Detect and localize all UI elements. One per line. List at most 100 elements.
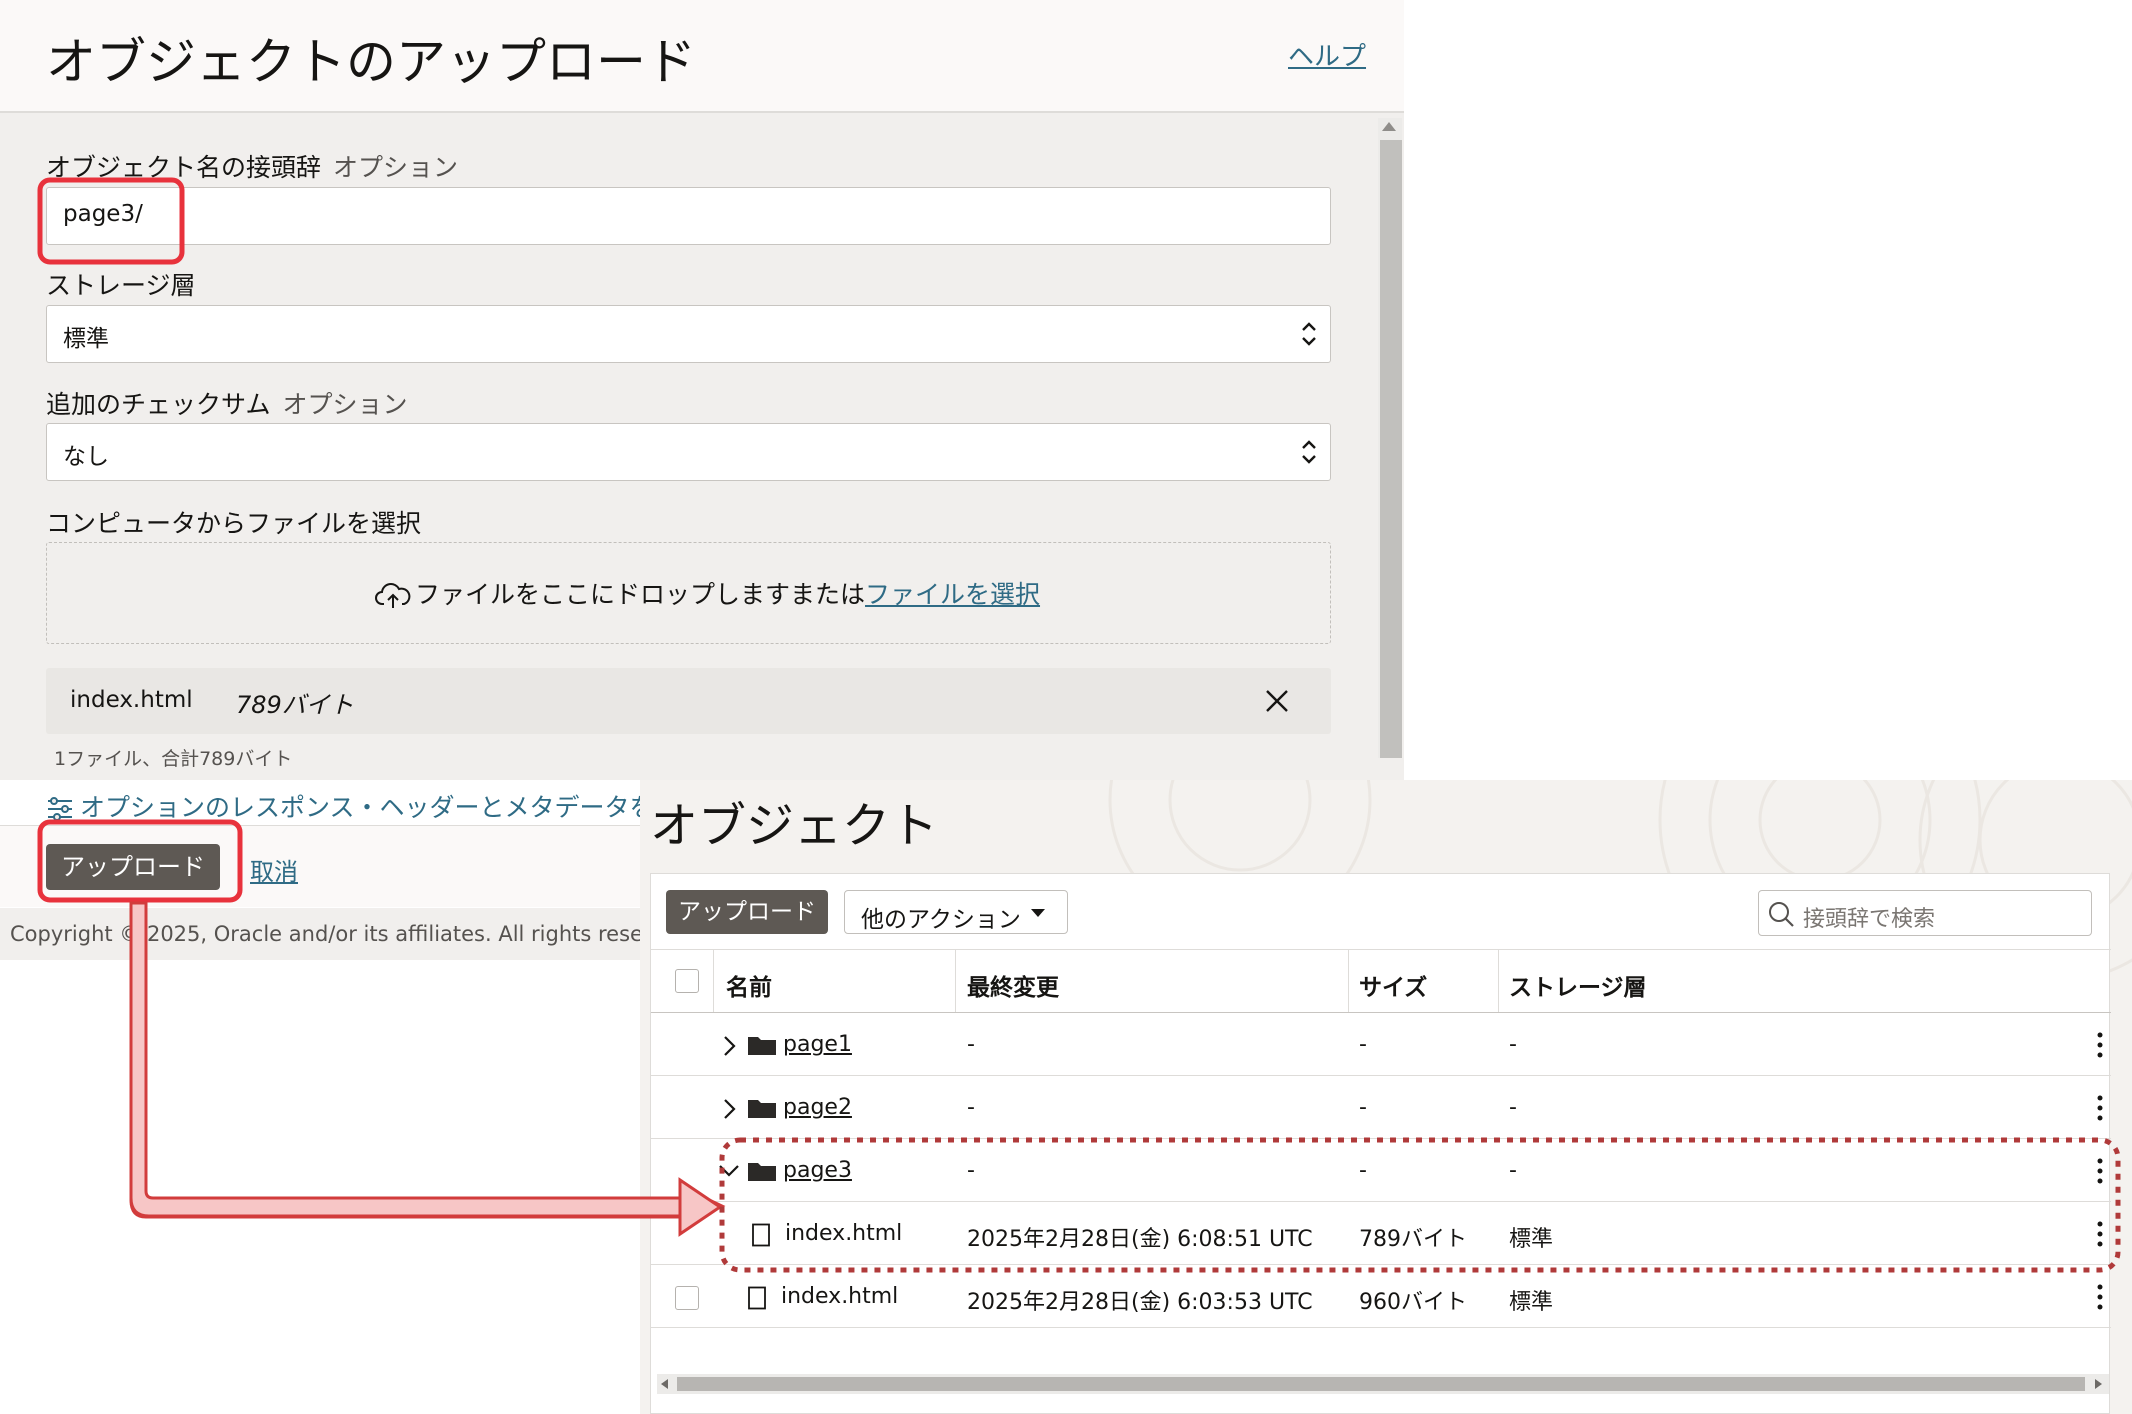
selected-file-name: index.html bbox=[70, 687, 193, 713]
upload-submit-button[interactable]: アップロード bbox=[46, 844, 220, 890]
object-storage-tier: - bbox=[1509, 1158, 1517, 1183]
object-storage-tier: 標準 bbox=[1509, 1227, 1554, 1252]
file-picker-label: コンピュータからファイルを選択 bbox=[46, 509, 422, 538]
column-divider bbox=[1498, 950, 1499, 1012]
cancel-link[interactable]: 取消 bbox=[250, 852, 298, 887]
chevron-right-icon[interactable] bbox=[721, 1034, 737, 1058]
copyright-text: Copyright © 2025, Oracle and/or its affi… bbox=[10, 922, 697, 946]
select-stepper-icon bbox=[1302, 322, 1316, 346]
upload-object-panel: オブジェクトのアップロード ヘルプ オブジェクト名の接頭辞 オプション page3… bbox=[0, 0, 1404, 780]
object-size: - bbox=[1359, 1158, 1367, 1183]
objects-panel: オブジェクト アップロード 他のアクション 接頭辞で検索 名前 最終変更 サイズ… bbox=[640, 780, 2132, 1414]
select-all-checkbox[interactable] bbox=[675, 969, 699, 993]
scroll-right-arrow-icon[interactable] bbox=[2095, 1379, 2102, 1389]
selected-file-size: 789バイト bbox=[236, 691, 354, 719]
checksum-value: なし bbox=[63, 444, 109, 470]
storage-tier-select[interactable]: 標準 bbox=[46, 305, 1331, 363]
object-last-modified: 2025年2月28日(金) 6:08:51 UTC bbox=[967, 1227, 1313, 1252]
chevron-right-icon[interactable] bbox=[721, 1097, 737, 1121]
column-divider bbox=[713, 950, 714, 1012]
object-name-link[interactable]: page3 bbox=[783, 1158, 852, 1183]
object-storage-tier: 標準 bbox=[1509, 1290, 1554, 1315]
upload-panel-title: オブジェクトのアップロード bbox=[46, 33, 696, 91]
drop-zone-instruction: ファイルをここにドロップしますまたは bbox=[415, 580, 866, 609]
upload-dialog-footer: アップロード 取消 bbox=[0, 825, 640, 907]
object-name[interactable]: index.html bbox=[781, 1284, 898, 1309]
row-select-checkbox[interactable] bbox=[675, 1286, 699, 1310]
close-icon[interactable] bbox=[1264, 688, 1290, 714]
object-last-modified: 2025年2月28日(金) 6:03:53 UTC bbox=[967, 1290, 1313, 1315]
kebab-menu-icon[interactable] bbox=[2097, 1158, 2103, 1184]
column-divider bbox=[955, 950, 956, 1012]
table-header: 名前 最終変更 サイズ ストレージ層 bbox=[651, 949, 2111, 1013]
kebab-menu-icon[interactable] bbox=[2097, 1095, 2103, 1121]
upload-button[interactable]: アップロード bbox=[666, 890, 828, 934]
checksum-optional-text: オプション bbox=[282, 390, 408, 419]
column-header-name[interactable]: 名前 bbox=[726, 968, 772, 1002]
object-size: - bbox=[1359, 1032, 1367, 1057]
checksum-label-text: 追加のチェックサム bbox=[46, 390, 271, 419]
object-size: - bbox=[1359, 1095, 1367, 1120]
table-row[interactable]: page3 - - - bbox=[651, 1140, 2111, 1202]
vertical-scrollbar-thumb[interactable] bbox=[1380, 140, 1402, 758]
help-link[interactable]: ヘルプ bbox=[1288, 36, 1366, 73]
object-prefix-input[interactable]: page3/ bbox=[46, 187, 1331, 245]
object-last-modified: - bbox=[967, 1032, 975, 1057]
column-header-last-modified[interactable]: 最終変更 bbox=[967, 968, 1059, 1002]
objects-table-card: アップロード 他のアクション 接頭辞で検索 名前 最終変更 サイズ ストレージ層 bbox=[650, 873, 2111, 1414]
object-size: 960バイト bbox=[1359, 1290, 1467, 1315]
kebab-menu-icon[interactable] bbox=[2097, 1032, 2103, 1058]
show-headers-metadata-link[interactable]: オプションのレスポンス・ヘッダーとメタデータを表示 bbox=[46, 788, 642, 824]
files-summary-text: 1ファイル、合計789バイト bbox=[54, 748, 293, 770]
object-name[interactable]: index.html bbox=[785, 1221, 902, 1246]
object-name-link[interactable]: page1 bbox=[783, 1032, 852, 1057]
cloud-upload-icon bbox=[375, 583, 411, 608]
file-icon bbox=[748, 1286, 766, 1310]
object-last-modified: - bbox=[967, 1158, 975, 1183]
object-storage-tier: - bbox=[1509, 1032, 1517, 1057]
table-row[interactable]: page1 - - - bbox=[651, 1014, 2111, 1076]
checksum-field-label: 追加のチェックサム オプション bbox=[46, 385, 408, 421]
sliders-icon bbox=[48, 797, 72, 821]
table-row[interactable]: index.html 2025年2月28日(金) 6:03:53 UTC 960… bbox=[651, 1266, 2111, 1328]
selected-file-item: index.html 789バイト bbox=[46, 668, 1331, 734]
object-size: 789バイト bbox=[1359, 1227, 1467, 1252]
scroll-left-arrow-icon[interactable] bbox=[661, 1379, 668, 1389]
checksum-select[interactable]: なし bbox=[46, 423, 1331, 481]
folder-icon bbox=[748, 1163, 776, 1181]
prefix-optional-text: オプション bbox=[333, 153, 459, 182]
chevron-down-icon[interactable] bbox=[717, 1162, 741, 1178]
storage-tier-label: ストレージ層 bbox=[46, 271, 196, 300]
table-row[interactable]: index.html 2025年2月28日(金) 6:08:51 UTC 789… bbox=[651, 1203, 2111, 1265]
scroll-up-arrow-icon[interactable] bbox=[1382, 122, 1396, 131]
file-icon bbox=[752, 1223, 770, 1247]
folder-icon bbox=[748, 1037, 776, 1055]
kebab-menu-icon[interactable] bbox=[2097, 1284, 2103, 1310]
objects-title: オブジェクト bbox=[650, 798, 939, 854]
column-header-storage-tier[interactable]: ストレージ層 bbox=[1509, 968, 1647, 1002]
object-prefix-value: page3/ bbox=[63, 201, 143, 227]
caret-down-icon bbox=[1031, 909, 1045, 917]
prefix-label-text: オブジェクト名の接頭辞 bbox=[46, 153, 322, 182]
storage-tier-value: 標準 bbox=[63, 326, 109, 352]
search-icon bbox=[1769, 902, 1794, 927]
select-files-link[interactable]: ファイルを選択 bbox=[865, 580, 1040, 609]
folder-icon bbox=[748, 1100, 776, 1118]
file-drop-zone[interactable]: ファイルをここにドロップしますまたはファイルを選択 bbox=[46, 542, 1331, 644]
select-stepper-icon bbox=[1302, 440, 1316, 464]
drop-zone-text: ファイルをここにドロップしますまたはファイルを選択 bbox=[375, 575, 1040, 611]
other-actions-label: 他のアクション bbox=[861, 907, 1021, 933]
object-name-link[interactable]: page2 bbox=[783, 1095, 852, 1120]
object-last-modified: - bbox=[967, 1095, 975, 1120]
object-storage-tier: - bbox=[1509, 1095, 1517, 1120]
search-placeholder: 接頭辞で検索 bbox=[1803, 907, 1936, 932]
other-actions-button[interactable]: 他のアクション bbox=[844, 890, 1068, 934]
kebab-menu-icon[interactable] bbox=[2097, 1221, 2103, 1247]
column-header-size[interactable]: サイズ bbox=[1359, 968, 1427, 1002]
table-row[interactable]: page2 - - - bbox=[651, 1077, 2111, 1139]
upload-panel-header: オブジェクトのアップロード ヘルプ bbox=[0, 0, 1404, 113]
horizontal-scrollbar-thumb[interactable] bbox=[677, 1377, 2085, 1391]
prefix-search-input[interactable]: 接頭辞で検索 bbox=[1758, 890, 2092, 936]
prefix-field-label: オブジェクト名の接頭辞 オプション bbox=[46, 148, 458, 184]
footer-bar: Copyright © 2025, Oracle and/or its affi… bbox=[0, 908, 697, 960]
